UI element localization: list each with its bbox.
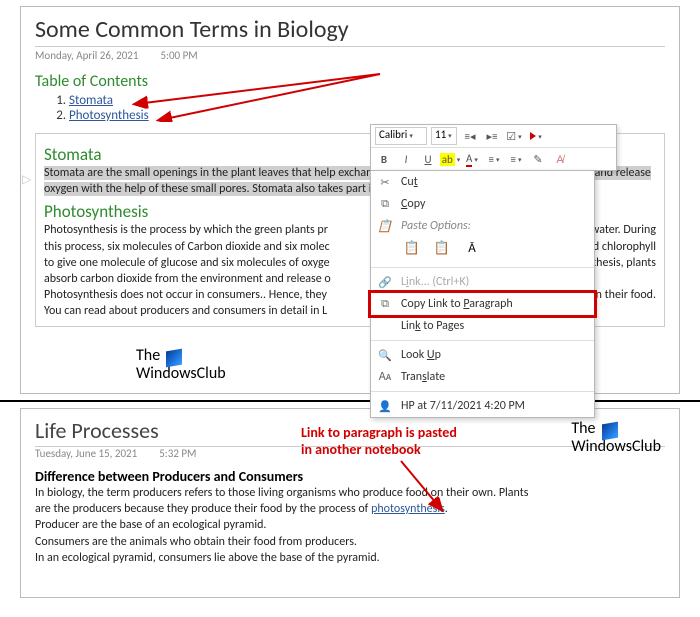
paragraph-producers-consumers: In biology, the term producers refers to… [35,485,665,566]
todo-tag-button[interactable]: ☑ [505,127,523,145]
paste-keep-formatting-button[interactable]: 📋 [401,237,423,259]
paste-text-only-button[interactable]: Ā [461,237,483,259]
windowsclub-logo: The WindowsClub [571,421,661,456]
annotation-bottom: Link to paragraph is pasted in another n… [301,425,457,459]
page-datetime: Monday, April 26, 20215:00 PM [35,49,665,62]
copy-icon: ⧉ [377,197,393,211]
format-painter-button[interactable]: ✎ [529,150,547,168]
logo-square-icon [602,422,618,441]
translate-icon: 🗛 [377,370,393,384]
menu-translate[interactable]: 🗛Translate [371,366,594,388]
flag-icon [530,132,536,140]
menu-copy-link-to-paragraph[interactable]: ⧉Copy Link to Paragraph [368,290,597,318]
person-icon: 👤 [377,400,393,413]
page-title[interactable]: Some Common Terms in Biology [35,15,665,47]
copy-link-icon: ⧉ [377,297,393,311]
toc-link-stomata[interactable]: Stomata [69,93,113,108]
font-color-button[interactable]: A [463,150,481,168]
menu-cut[interactable]: ✂Cut [371,171,594,193]
lookup-icon: 🔍 [377,349,393,362]
menu-author-timestamp[interactable]: 👤HP at 7/11/2021 4:20 PM [371,395,594,417]
mini-toolbar: Calibri 11 ≡◂ ▸≡ ☑ B I U ab A ≡ ≡ ✎ A̸ [370,124,617,171]
flag-button[interactable] [527,127,545,145]
context-menu: ✂Cut ⧉Copy 📋Paste Options: 📋 📋 Ā 🔗Link..… [370,170,595,418]
link-icon: 🔗 [377,276,393,289]
underline-button[interactable]: U [419,150,437,168]
paste-merge-formatting-button[interactable]: 📋 [431,237,453,259]
paste-icon: 📋 [377,219,392,234]
bold-button[interactable]: B [375,150,393,168]
windowsclub-logo: The WindowsClub [136,348,226,383]
clear-formatting-button[interactable]: A̸ [551,150,569,168]
container-handle-icon[interactable]: ▷ [22,172,31,187]
menu-paste-options-header: 📋Paste Options: [371,215,594,235]
font-family-select[interactable]: Calibri [375,127,427,145]
decrease-indent-button[interactable]: ≡◂ [461,127,479,145]
heading-producers-consumers: Difference between Producers and Consume… [35,468,665,485]
cut-icon: ✂ [377,176,393,189]
onenote-page-life-processes: Life Processes Tuesday, June 15, 20215:3… [20,408,680,598]
font-size-select[interactable]: 11 [431,127,457,145]
menu-copy[interactable]: ⧉Copy [371,193,594,215]
menu-link-to-pages[interactable]: Link to Pages [371,315,594,337]
menu-look-up[interactable]: 🔍Look Up [371,344,594,366]
italic-button[interactable]: I [397,150,415,168]
increase-indent-button[interactable]: ▸≡ [483,127,501,145]
numbering-button[interactable]: ≡ [507,150,525,168]
highlight-button[interactable]: ab [441,150,459,168]
logo-square-icon [166,349,182,368]
bullets-button[interactable]: ≡ [485,150,503,168]
